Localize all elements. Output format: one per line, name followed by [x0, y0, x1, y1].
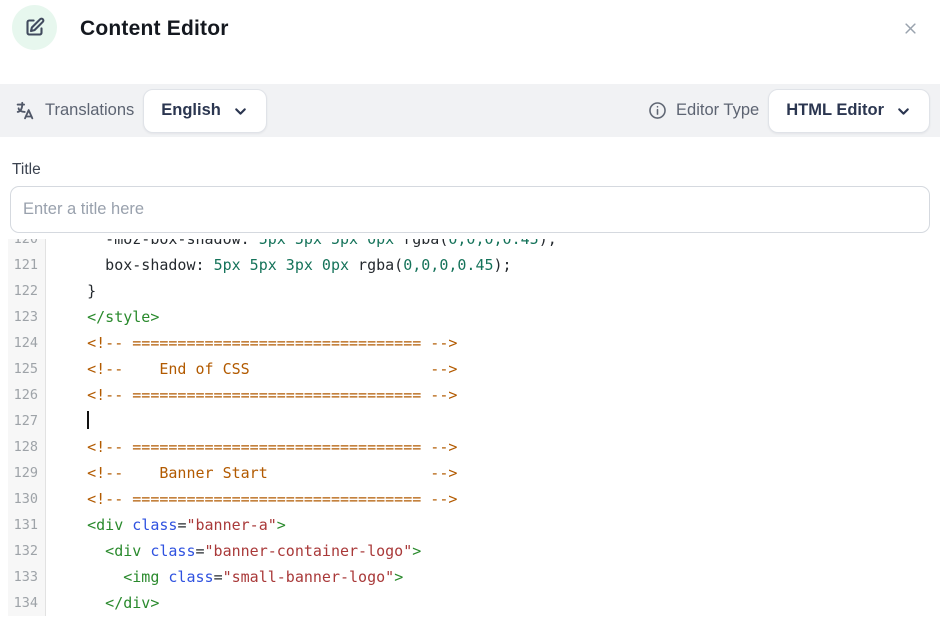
content-editor-avatar: [12, 5, 57, 50]
line-number: 131: [8, 512, 46, 538]
code-line[interactable]: 131 <div class="banner-a">: [8, 512, 940, 538]
chevron-down-icon: [232, 103, 249, 120]
chevron-down-icon: [895, 103, 912, 120]
translations-group: Translations English: [14, 89, 267, 133]
line-number: 122: [8, 278, 46, 304]
editor-type-group: Editor Type HTML Editor: [648, 89, 930, 133]
line-number: 133: [8, 564, 46, 590]
code-line[interactable]: 130 <!-- ===============================…: [8, 486, 940, 512]
code-line[interactable]: 127: [8, 408, 940, 434]
dialog-header: Content Editor: [0, 0, 940, 84]
code-line[interactable]: 128 <!-- ===============================…: [8, 434, 940, 460]
code-line[interactable]: 125 <!-- End of CSS -->: [8, 356, 940, 382]
title-input[interactable]: [10, 186, 930, 233]
code-line[interactable]: 126 <!-- ===============================…: [8, 382, 940, 408]
code-line-content: [46, 408, 89, 434]
code-line-content: <img class="small-banner-logo">: [46, 564, 403, 590]
line-number: 125: [8, 356, 46, 382]
editor-toolbar: Translations English Editor Type HTML Ed…: [0, 84, 940, 137]
code-line-content: <div class="banner-container-logo">: [46, 538, 421, 564]
line-number: 129: [8, 460, 46, 486]
code-editor[interactable]: 120 -moz-box-shadow: 5px 5px 5px 0px rgb…: [8, 239, 940, 624]
line-number: 123: [8, 304, 46, 330]
code-line[interactable]: 132 <div class="banner-container-logo">: [8, 538, 940, 564]
code-line-content: <!-- ================================ --…: [46, 434, 457, 460]
text-cursor: [87, 411, 89, 429]
line-number: 128: [8, 434, 46, 460]
code-line-content: <div class="banner-a">: [46, 512, 286, 538]
code-line-content: }: [46, 278, 96, 304]
code-line[interactable]: 134 </div>: [8, 590, 940, 616]
editor-type-dropdown[interactable]: HTML Editor: [768, 89, 930, 133]
code-line[interactable]: 122 }: [8, 278, 940, 304]
info-icon[interactable]: [648, 101, 667, 120]
code-line-content: -moz-box-shadow: 5px 5px 5px 0px rgba(0,…: [46, 239, 557, 252]
code-lines: 120 -moz-box-shadow: 5px 5px 5px 0px rgb…: [8, 239, 940, 616]
code-line-content: <!-- ================================ --…: [46, 330, 457, 356]
title-label: Title: [12, 161, 928, 179]
code-line[interactable]: 120 -moz-box-shadow: 5px 5px 5px 0px rgb…: [8, 239, 940, 252]
line-number: 132: [8, 538, 46, 564]
code-line-content: <!-- End of CSS -->: [46, 356, 457, 382]
edit-icon: [24, 17, 45, 38]
line-number: 134: [8, 590, 46, 616]
line-number: 124: [8, 330, 46, 356]
editor-type-dropdown-value: HTML Editor: [786, 101, 884, 120]
line-number: 130: [8, 486, 46, 512]
language-dropdown[interactable]: English: [143, 89, 267, 133]
code-line-content: </style>: [46, 304, 159, 330]
dialog-body: Title: [0, 161, 940, 233]
close-button[interactable]: [899, 17, 921, 39]
code-line[interactable]: 124 <!-- ===============================…: [8, 330, 940, 356]
translations-label: Translations: [45, 101, 134, 120]
code-line-content: <!-- ================================ --…: [46, 382, 457, 408]
code-line-content: <!-- ================================ --…: [46, 486, 457, 512]
code-line[interactable]: 123 </style>: [8, 304, 940, 330]
code-line[interactable]: 129 <!-- Banner Start -->: [8, 460, 940, 486]
code-line-content: <!-- Banner Start -->: [46, 460, 457, 486]
line-number: 127: [8, 408, 46, 434]
code-line[interactable]: 133 <img class="small-banner-logo">: [8, 564, 940, 590]
code-line-content: box-shadow: 5px 5px 3px 0px rgba(0,0,0,0…: [46, 252, 512, 278]
code-line[interactable]: 121 box-shadow: 5px 5px 3px 0px rgba(0,0…: [8, 252, 940, 278]
editor-type-label: Editor Type: [676, 101, 759, 120]
page-title: Content Editor: [80, 0, 229, 57]
line-number: 120: [8, 239, 46, 252]
translate-icon: [14, 100, 36, 122]
line-number: 126: [8, 382, 46, 408]
code-line-content: </div>: [46, 590, 159, 616]
line-number: 121: [8, 252, 46, 278]
language-dropdown-value: English: [161, 101, 221, 120]
close-icon: [903, 21, 918, 36]
